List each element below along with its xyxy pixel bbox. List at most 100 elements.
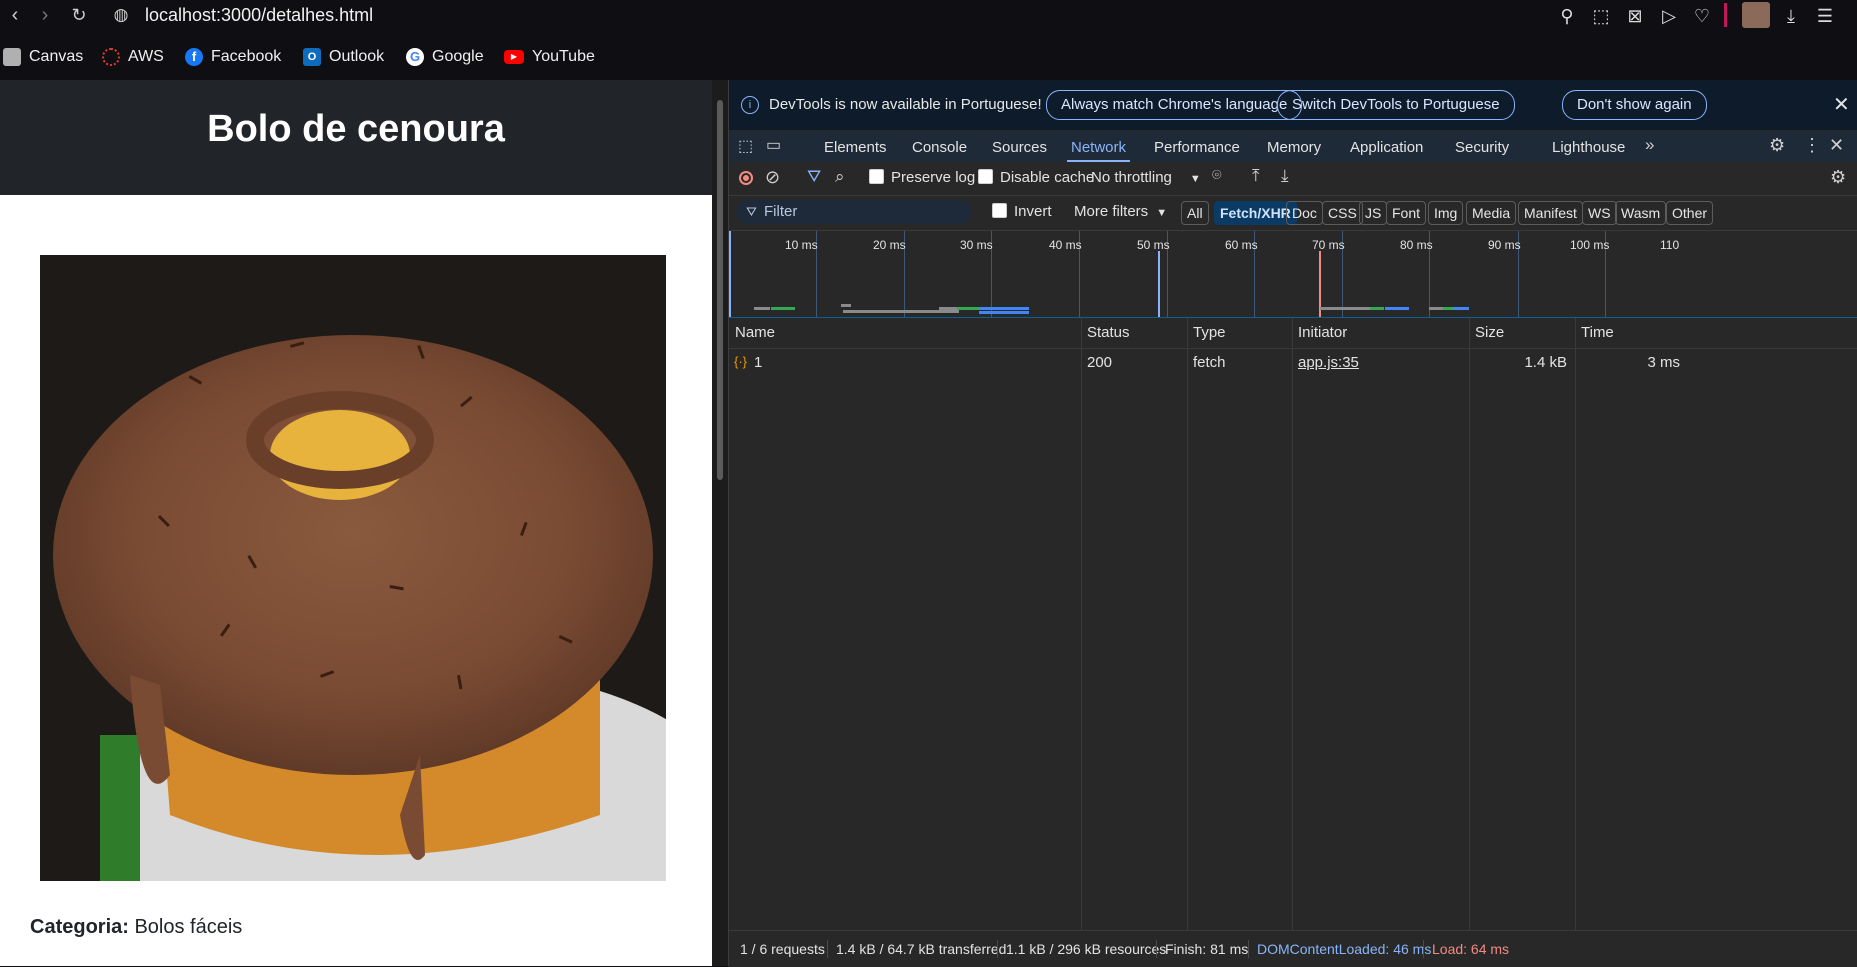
google-icon: G	[406, 48, 424, 66]
summary-divider	[997, 940, 998, 958]
column-divider	[1292, 318, 1293, 930]
chip-fetch-xhr[interactable]: Fetch/XHR	[1214, 201, 1297, 225]
bookmark-aws[interactable]: AWS	[102, 44, 164, 70]
timeline-bar	[1385, 307, 1409, 310]
chip-doc[interactable]: Doc	[1286, 201, 1323, 225]
page-header: Bolo de cenoura	[0, 80, 712, 195]
column-initiator[interactable]: Initiator	[1292, 318, 1469, 348]
network-conditions-icon[interactable]: ⌾	[1212, 167, 1222, 185]
tab-performance[interactable]: Performance	[1154, 131, 1240, 162]
heart-icon[interactable]: ♡	[1691, 5, 1713, 27]
column-divider	[1187, 318, 1188, 930]
throttling-select[interactable]: No throttling ▼	[1091, 169, 1201, 186]
column-name[interactable]: Name	[729, 318, 1081, 348]
device-toolbar-icon[interactable]: ▭	[766, 135, 781, 155]
timeline-bar	[843, 310, 959, 313]
disable-cache-checkbox[interactable]: Disable cache	[978, 169, 1094, 186]
column-divider	[1469, 318, 1470, 930]
record-icon[interactable]	[739, 171, 753, 185]
timeline-bar	[957, 307, 979, 310]
bookmark-youtube[interactable]: ▶ YouTube	[504, 44, 595, 70]
chip-ws[interactable]: WS	[1582, 201, 1617, 225]
tab-security[interactable]: Security	[1455, 131, 1509, 162]
forward-icon[interactable]: ›	[34, 4, 56, 26]
network-timeline-overview[interactable]: 10 ms 20 ms 30 ms 40 ms 50 ms 60 ms 70 m…	[729, 231, 1857, 318]
clear-icon[interactable]: ⊘	[765, 167, 780, 188]
column-type[interactable]: Type	[1187, 318, 1292, 348]
bookmark-facebook[interactable]: f Facebook	[185, 44, 281, 70]
match-language-button[interactable]: Always match Chrome's language	[1046, 90, 1303, 120]
chip-all[interactable]: All	[1181, 201, 1209, 225]
scrollbar-thumb[interactable]	[717, 100, 723, 480]
browser-toolbar: ‹ › ↻ ◍ localhost:3000/detalhes.html ⚲ ⬚…	[0, 0, 1857, 30]
chip-font[interactable]: Font	[1386, 201, 1427, 225]
summary-divider	[1156, 940, 1157, 958]
column-status[interactable]: Status	[1081, 318, 1187, 348]
invert-checkbox[interactable]: Invert	[992, 203, 1052, 220]
pin-icon[interactable]: ⚲	[1556, 5, 1578, 27]
tab-memory[interactable]: Memory	[1267, 131, 1321, 162]
network-settings-icon[interactable]: ⚙	[1830, 167, 1846, 188]
close-icon[interactable]: ✕	[1833, 92, 1850, 117]
filter-icon[interactable]: ⛛	[807, 167, 821, 187]
funnel-icon: ⛛	[746, 204, 757, 219]
close-devtools-icon[interactable]: ✕	[1829, 135, 1844, 156]
profile-indicator	[1724, 3, 1727, 27]
timeline-bar	[754, 307, 770, 310]
close-tab-icon[interactable]: ⊠	[1624, 5, 1646, 27]
menu-icon[interactable]: ☰	[1814, 5, 1836, 27]
settings-gear-icon[interactable]: ⚙	[1769, 135, 1785, 156]
switch-portuguese-button[interactable]: Switch DevTools to Portuguese	[1277, 90, 1515, 120]
tab-application[interactable]: Application	[1350, 131, 1423, 162]
tick-label-60: 60 ms	[1225, 238, 1258, 252]
filter-input[interactable]: ⛛ Filter	[736, 200, 972, 224]
chip-media[interactable]: Media	[1466, 201, 1517, 225]
tab-elements[interactable]: Elements	[824, 131, 887, 162]
bookmark-outlook[interactable]: O Outlook	[303, 44, 384, 70]
back-icon[interactable]: ‹	[4, 4, 26, 26]
column-time[interactable]: Time	[1575, 318, 1681, 348]
chip-manifest[interactable]: Manifest	[1518, 201, 1583, 225]
outlook-icon: O	[303, 48, 321, 66]
record-dot	[743, 175, 749, 181]
chip-img[interactable]: Img	[1428, 201, 1464, 225]
request-initiator-link[interactable]: app.js:35	[1298, 354, 1359, 371]
tick-label-100: 100 ms	[1570, 238, 1610, 252]
globe-icon: ◍	[113, 5, 129, 24]
address-bar[interactable]: localhost:3000/detalhes.html	[145, 5, 373, 26]
table-row[interactable]: {·} 1 200 fetch app.js:35 1.4 kB 3 ms	[729, 349, 1857, 377]
search-icon[interactable]: ⌕	[835, 167, 845, 187]
requests-table-header: Name Status Type Initiator Size Time	[729, 318, 1857, 349]
play-icon[interactable]: ▷	[1658, 5, 1680, 27]
more-tabs-icon[interactable]: »	[1645, 135, 1654, 155]
inspect-element-icon[interactable]: ⬚	[738, 136, 753, 156]
chip-css[interactable]: CSS	[1322, 201, 1363, 225]
cake-illustration	[40, 255, 666, 881]
export-har-icon[interactable]: ⤓	[1281, 166, 1289, 186]
dont-show-again-button[interactable]: Don't show again	[1562, 90, 1707, 120]
dom-content-loaded-marker	[1158, 251, 1160, 317]
avatar[interactable]	[1742, 2, 1770, 28]
dom-content-loaded-time: DOMContentLoaded: 46 ms	[1257, 941, 1432, 957]
column-size[interactable]: Size	[1469, 318, 1575, 348]
more-filters-dropdown[interactable]: More filters ▼	[1074, 203, 1167, 220]
bookmark-canvas[interactable]: Canvas	[3, 44, 83, 70]
tab-network[interactable]: Network	[1066, 131, 1131, 162]
import-har-icon[interactable]: ⤒	[1252, 166, 1260, 186]
chevron-down-icon: ▼	[1156, 207, 1168, 219]
tab-sources[interactable]: Sources	[992, 131, 1047, 162]
chip-other[interactable]: Other	[1666, 201, 1714, 225]
reload-icon[interactable]: ↻	[68, 4, 90, 26]
download-icon[interactable]: ⤓	[1780, 5, 1802, 27]
bookmark-google[interactable]: G Google	[406, 44, 484, 70]
screenshot-icon[interactable]: ⬚	[1590, 5, 1612, 27]
chip-js[interactable]: JS	[1359, 201, 1388, 225]
page-scrollbar[interactable]	[712, 80, 728, 966]
more-options-icon[interactable]: ⋮	[1803, 135, 1821, 156]
tick-label-90: 90 ms	[1488, 238, 1521, 252]
tab-lighthouse[interactable]: Lighthouse	[1552, 131, 1625, 162]
tab-console[interactable]: Console	[912, 131, 967, 162]
chip-wasm[interactable]: Wasm	[1615, 201, 1667, 225]
summary-divider	[1248, 940, 1249, 958]
preserve-log-checkbox[interactable]: Preserve log	[869, 169, 975, 186]
